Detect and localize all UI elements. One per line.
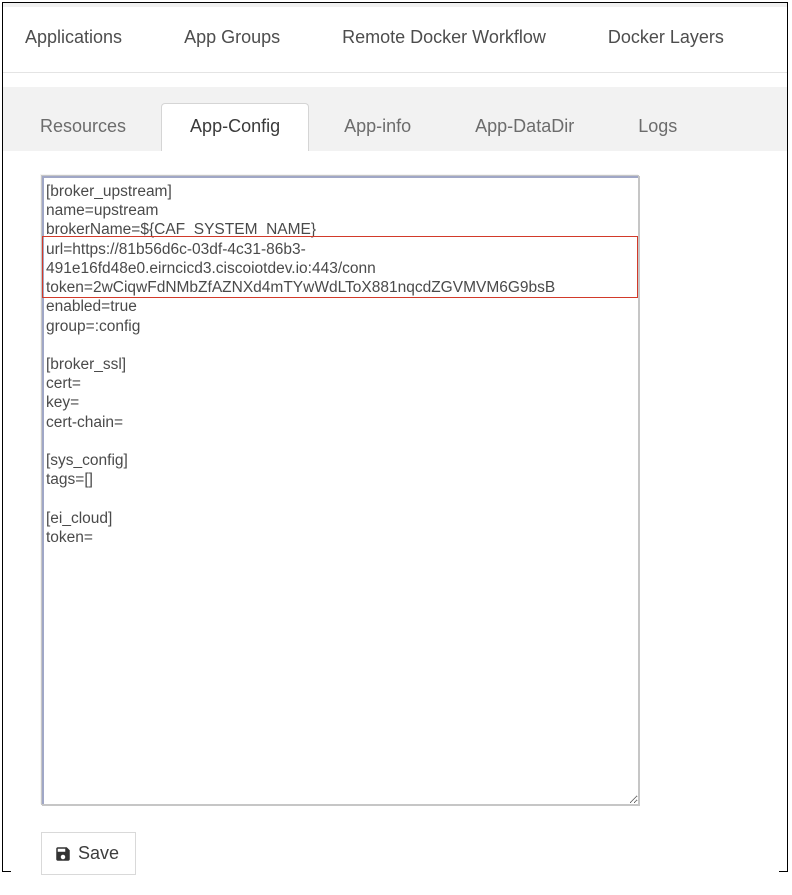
primary-nav: Applications App Groups Remote Docker Wo…: [3, 3, 787, 73]
tab-resources[interactable]: Resources: [11, 103, 155, 151]
nav-docker-layers[interactable]: Docker Layers: [586, 13, 746, 66]
nav-applications[interactable]: Applications: [3, 13, 144, 66]
app-config-textarea[interactable]: [41, 175, 639, 805]
save-button[interactable]: Save: [41, 832, 136, 875]
content-panel: Save: [11, 151, 779, 895]
tab-app-config[interactable]: App-Config: [161, 103, 309, 151]
tabs-row: Resources App-Config App-info App-DataDi…: [3, 87, 787, 151]
nav-remote-docker-workflow[interactable]: Remote Docker Workflow: [320, 13, 568, 66]
tab-app-datadir[interactable]: App-DataDir: [446, 103, 603, 151]
app-frame: Applications App Groups Remote Docker Wo…: [2, 2, 788, 872]
nav-app-groups[interactable]: App Groups: [162, 13, 302, 66]
config-wrap: [41, 175, 639, 810]
save-icon: [54, 845, 72, 863]
save-button-label: Save: [78, 843, 119, 864]
tab-app-info[interactable]: App-info: [315, 103, 440, 151]
tab-logs[interactable]: Logs: [609, 103, 706, 151]
